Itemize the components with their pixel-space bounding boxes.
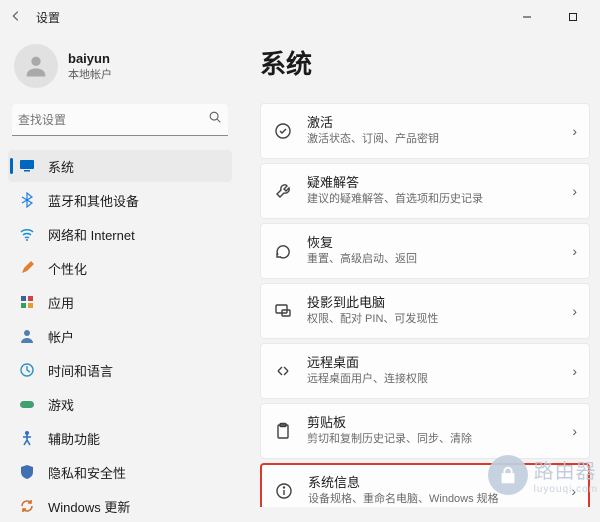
shield-icon [18, 463, 36, 481]
nav-system[interactable]: 系统 [8, 150, 232, 182]
nav-label: 网络和 Internet [48, 225, 135, 244]
nav-list: 系统 蓝牙和其他设备 网络和 Internet 个性化 应用 帐户 [8, 150, 232, 522]
game-icon [18, 395, 36, 413]
nav-network[interactable]: 网络和 Internet [8, 218, 232, 250]
accessibility-icon [18, 429, 36, 447]
nav-gaming[interactable]: 游戏 [8, 388, 232, 420]
card-sub: 权限、配对 PIN、可发现性 [307, 312, 564, 326]
card-title: 远程桌面 [307, 355, 564, 372]
nav-time-language[interactable]: 时间和语言 [8, 354, 232, 386]
card-title: 投影到此电脑 [307, 295, 564, 312]
nav-accounts[interactable]: 帐户 [8, 320, 232, 352]
recovery-icon [273, 241, 293, 261]
nav-label: Windows 更新 [48, 497, 130, 516]
settings-list: 激活激活状态、订阅、产品密钥 › 疑难解答建议的疑难解答、首选项和历史记录 › … [260, 103, 590, 507]
nav-label: 系统 [48, 157, 74, 176]
chevron-right-icon: › [572, 363, 577, 379]
apps-icon [18, 293, 36, 311]
wrench-icon [273, 181, 293, 201]
main-pane: 系统 激活激活状态、订阅、产品密钥 › 疑难解答建议的疑难解答、首选项和历史记录… [240, 34, 600, 507]
page-title: 系统 [260, 44, 590, 81]
back-button[interactable] [4, 9, 28, 26]
chevron-right-icon: › [572, 243, 577, 259]
nav-label: 帐户 [48, 327, 74, 346]
chevron-right-icon: › [572, 423, 577, 439]
check-icon [273, 121, 293, 141]
bluetooth-icon [18, 191, 36, 209]
nav-windows-update[interactable]: Windows 更新 [8, 490, 232, 522]
project-icon [273, 301, 293, 321]
nav-label: 应用 [48, 293, 74, 312]
card-sub: 建议的疑难解答、首选项和历史记录 [307, 192, 564, 206]
avatar [14, 44, 58, 88]
card-sub: 剪切和复制历史记录、同步、清除 [307, 432, 564, 446]
card-sub: 激活状态、订阅、产品密钥 [307, 132, 564, 146]
nav-label: 蓝牙和其他设备 [48, 191, 139, 210]
titlebar: 设置 [0, 0, 600, 34]
card-title: 激活 [307, 115, 564, 132]
clipboard-icon [273, 421, 293, 441]
maximize-button[interactable] [550, 0, 596, 34]
watermark: 路由器 luyouqi.com [488, 455, 598, 495]
wifi-icon [18, 225, 36, 243]
card-title: 恢复 [307, 235, 564, 252]
card-title: 剪贴板 [307, 415, 564, 432]
card-remote-desktop[interactable]: 远程桌面远程桌面用户、连接权限 › [260, 343, 590, 399]
search-input[interactable] [18, 113, 208, 127]
chevron-right-icon: › [572, 303, 577, 319]
nav-label: 隐私和安全性 [48, 463, 126, 482]
card-project-to-pc[interactable]: 投影到此电脑权限、配对 PIN、可发现性 › [260, 283, 590, 339]
card-sub: 重置、高级启动、返回 [307, 252, 564, 266]
nav-label: 个性化 [48, 259, 87, 278]
watermark-domain: luyouqi.com [534, 484, 598, 495]
router-icon [488, 455, 528, 495]
card-recovery[interactable]: 恢复重置、高级启动、返回 › [260, 223, 590, 279]
window-controls [504, 0, 596, 34]
display-icon [18, 157, 36, 175]
nav-privacy[interactable]: 隐私和安全性 [8, 456, 232, 488]
chevron-right-icon: › [572, 183, 577, 199]
user-type: 本地帐户 [68, 66, 112, 82]
update-icon [18, 497, 36, 515]
user-name: baiyun [68, 51, 112, 66]
sidebar: baiyun 本地帐户 系统 蓝牙和其他设备 网络和 Internet [0, 34, 240, 507]
clock-icon [18, 361, 36, 379]
nav-bluetooth[interactable]: 蓝牙和其他设备 [8, 184, 232, 216]
nav-label: 辅助功能 [48, 429, 100, 448]
remote-icon [273, 361, 293, 381]
nav-apps[interactable]: 应用 [8, 286, 232, 318]
nav-label: 时间和语言 [48, 361, 113, 380]
brush-icon [18, 259, 36, 277]
nav-label: 游戏 [48, 395, 74, 414]
card-sub: 远程桌面用户、连接权限 [307, 372, 564, 386]
search-icon [208, 110, 222, 129]
chevron-right-icon: › [572, 123, 577, 139]
card-clipboard[interactable]: 剪贴板剪切和复制历史记录、同步、清除 › [260, 403, 590, 459]
card-troubleshoot[interactable]: 疑难解答建议的疑难解答、首选项和历史记录 › [260, 163, 590, 219]
minimize-button[interactable] [504, 0, 550, 34]
info-icon [274, 481, 294, 501]
watermark-title: 路由器 [534, 455, 598, 484]
person-icon [18, 327, 36, 345]
card-title: 疑难解答 [307, 175, 564, 192]
nav-personalization[interactable]: 个性化 [8, 252, 232, 284]
card-activation[interactable]: 激活激活状态、订阅、产品密钥 › [260, 103, 590, 159]
search-box[interactable] [12, 104, 228, 136]
user-block[interactable]: baiyun 本地帐户 [8, 40, 232, 102]
nav-accessibility[interactable]: 辅助功能 [8, 422, 232, 454]
window-title: 设置 [36, 9, 60, 26]
